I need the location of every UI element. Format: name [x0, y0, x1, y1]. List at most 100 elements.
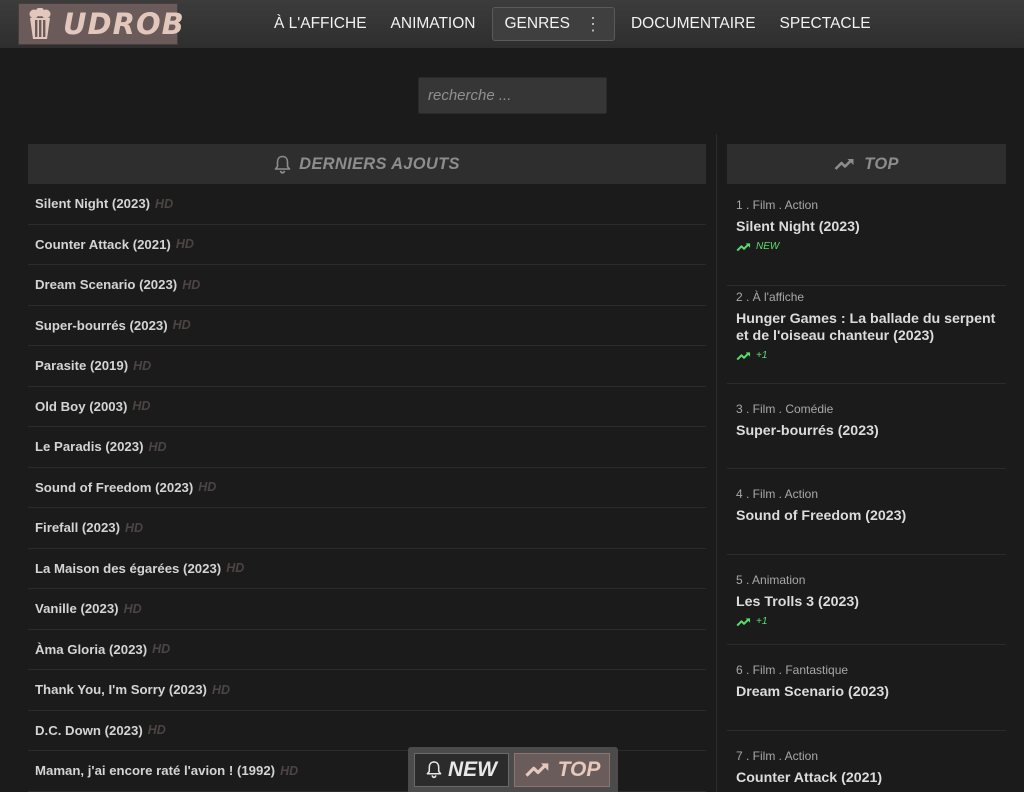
search-input[interactable]: [418, 77, 607, 114]
top-list-item[interactable]: 3 . Film . Comédie Super-bourrés (2023): [727, 384, 1006, 469]
top-item-meta: 6 . Film . Fantastique: [736, 663, 849, 677]
trending-up-icon: [736, 242, 751, 251]
quality-badge: HD: [155, 196, 174, 211]
quality-badge: HD: [125, 520, 144, 535]
list-item[interactable]: Thank You, I'm Sorry (2023) HD: [28, 670, 706, 711]
movie-title: Parasite (2019): [35, 358, 129, 374]
list-item[interactable]: Vanille (2023) HD: [28, 589, 706, 630]
movie-title: Old Boy (2003): [35, 398, 128, 414]
nav-item-a-l-affiche[interactable]: À L'AFFICHE: [262, 7, 379, 41]
quality-badge: HD: [175, 237, 194, 252]
quality-badge: HD: [132, 399, 151, 414]
movie-title: La Maison des égarées (2023): [35, 560, 222, 576]
quality-badge: HD: [182, 277, 201, 292]
top-list-item[interactable]: 2 . À l'affiche Hunger Games : La ballad…: [727, 286, 1006, 384]
quality-badge: HD: [152, 642, 171, 657]
movie-title: Le Paradis (2023): [35, 439, 144, 455]
main-menu: À L'AFFICHE ANIMATION GENRES ⋮ DOCUMENTA…: [262, 0, 883, 48]
list-item[interactable]: Parasite (2019) HD: [28, 346, 706, 387]
top-header: TOP: [727, 144, 1006, 184]
top-item-title: Super-bourrés (2023): [736, 423, 879, 439]
movie-title: Maman, j'ai encore raté l'avion ! (1992): [35, 763, 276, 779]
nav-item-genres[interactable]: GENRES ⋮: [491, 7, 615, 41]
popcorn-icon: [27, 7, 53, 40]
list-item[interactable]: Àma Gloria (2023) HD: [28, 630, 706, 670]
recent-additions-header: DERNIERS AJOUTS: [28, 144, 706, 184]
movie-title: Vanille (2023): [35, 601, 119, 617]
top-list: 1 . Film . Action Silent Night (2023) NE…: [727, 184, 1006, 792]
vertical-dots-icon: ⋮: [583, 14, 602, 34]
trending-up-icon: [736, 617, 751, 626]
list-item[interactable]: Firefall (2023) HD: [28, 508, 706, 549]
new-button-label: NEW: [448, 757, 497, 781]
nav-item-animation[interactable]: ANIMATION: [379, 7, 488, 41]
top-list-item[interactable]: 6 . Film . Fantastique Dream Scenario (2…: [727, 645, 1006, 731]
top-item-meta: 4 . Film . Action: [736, 487, 819, 501]
top-item-title: Silent Night (2023): [736, 219, 860, 235]
movie-title: Counter Attack (2021): [35, 236, 171, 252]
nav-item-documentaire[interactable]: DOCUMENTAIRE: [619, 7, 768, 41]
quality-badge: HD: [133, 358, 152, 373]
rank-badge: +1: [736, 350, 997, 361]
list-item[interactable]: La Maison des égarées (2023) HD: [28, 549, 706, 589]
list-item[interactable]: D.C. Down (2023) HD: [28, 711, 706, 751]
top-item-title: Les Trolls 3 (2023): [736, 594, 860, 610]
rank-change: +1: [756, 350, 768, 361]
list-item[interactable]: Counter Attack (2021) HD: [28, 225, 706, 265]
site-name: UDROB: [63, 7, 185, 41]
top-title: TOP: [864, 154, 899, 173]
quality-badge: HD: [280, 763, 299, 778]
list-item[interactable]: Silent Night (2023) HD: [28, 184, 706, 225]
recent-additions-title: DERNIERS AJOUTS: [299, 154, 460, 173]
top-list-item[interactable]: 1 . Film . Action Silent Night (2023) NE…: [727, 184, 1006, 286]
movie-title: Firefall (2023): [35, 520, 121, 536]
top-list-item[interactable]: 5 . Animation Les Trolls 3 (2023) +1: [727, 555, 1006, 645]
top-item-title: Dream Scenario (2023): [736, 684, 889, 700]
movie-title: D.C. Down (2023): [35, 722, 143, 738]
top-list-item[interactable]: 7 . Film . Action Counter Attack (2021): [727, 731, 1006, 792]
quality-badge: HD: [147, 723, 166, 738]
top-item-meta: 2 . À l'affiche: [736, 290, 805, 304]
top-item-title: Counter Attack (2021): [736, 770, 883, 786]
movie-title: Sound of Freedom (2023): [35, 479, 194, 495]
rank-badge: NEW: [736, 241, 997, 252]
top-button-label: TOP: [557, 757, 601, 781]
bell-icon: [426, 761, 442, 779]
site-logo[interactable]: UDROB: [18, 3, 184, 45]
list-item[interactable]: Dream Scenario (2023) HD: [28, 265, 706, 306]
list-item[interactable]: Super-bourrés (2023) HD: [28, 306, 706, 346]
quality-badge: HD: [123, 601, 142, 616]
rank-badge: +1: [736, 616, 997, 627]
quality-badge: HD: [148, 439, 167, 454]
bell-icon: [274, 155, 291, 174]
top-item-title: Hunger Games : La ballade du serpent et …: [736, 311, 996, 344]
rank-change: +1: [756, 616, 768, 627]
recent-list: Silent Night (2023) HD Counter Attack (20…: [28, 184, 706, 792]
list-item[interactable]: Sound of Freedom (2023) HD: [28, 468, 706, 508]
list-item[interactable]: Le Paradis (2023) HD: [28, 427, 706, 468]
nav-item-spectacle[interactable]: SPECTACLE: [768, 7, 883, 41]
trending-up-icon: [524, 763, 548, 777]
movie-title: Àma Gloria (2023): [35, 641, 148, 657]
quality-badge: HD: [211, 682, 231, 697]
trending-up-icon: [834, 159, 854, 170]
movie-title: Silent Night (2023): [35, 196, 151, 212]
trending-up-icon: [736, 351, 751, 360]
top-navbar: UDROB À L'AFFICHE ANIMATION GENRES ⋮ DOC…: [0, 0, 1024, 48]
rank-change: NEW: [756, 241, 780, 252]
top-list-item[interactable]: 4 . Film . Action Sound of Freedom (2023…: [727, 469, 1006, 555]
quality-badge: HD: [198, 480, 217, 495]
nav-item-genres-label: GENRES: [504, 15, 570, 32]
movie-title: Thank You, I'm Sorry (2023): [35, 682, 207, 698]
top-item-title: Sound of Freedom (2023): [736, 508, 907, 524]
top-item-meta: 5 . Animation: [736, 573, 806, 587]
top-item-meta: 3 . Film . Comédie: [736, 402, 834, 416]
quality-badge: HD: [172, 318, 191, 333]
top-item-meta: 1 . Film . Action: [736, 198, 819, 212]
top-button[interactable]: TOP: [514, 752, 610, 787]
list-item[interactable]: Old Boy (2003) HD: [28, 387, 706, 427]
new-button[interactable]: NEW: [414, 752, 509, 787]
top-panel: TOP 1 . Film . Action Silent Night (2023…: [727, 144, 1006, 792]
quality-badge: HD: [226, 561, 245, 576]
top-item-meta: 7 . Film . Action: [736, 749, 819, 763]
